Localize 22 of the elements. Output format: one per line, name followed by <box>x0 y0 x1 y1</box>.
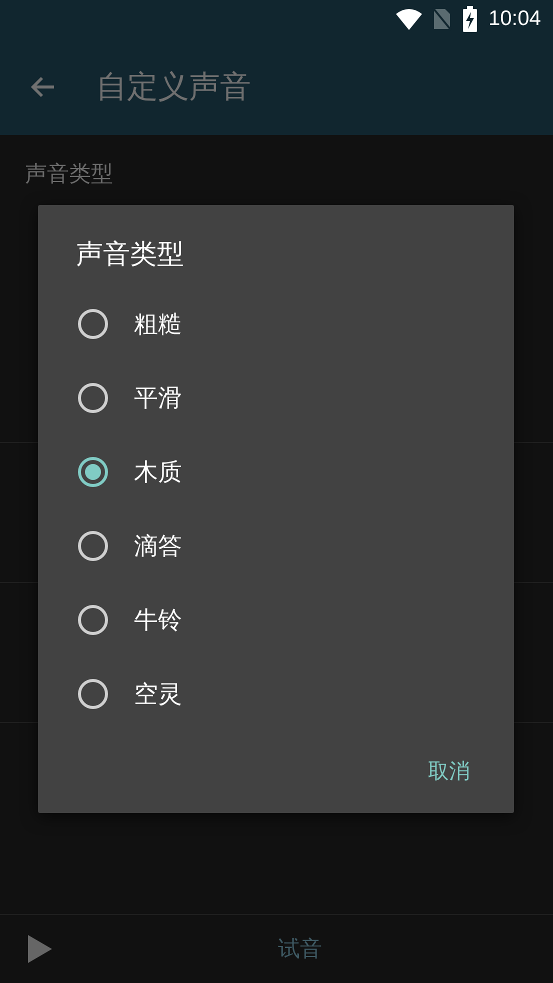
option-label[interactable]: 滴答 <box>134 530 182 562</box>
back-arrow-icon[interactable] <box>30 74 56 98</box>
option-label[interactable]: 牛铃 <box>134 604 182 636</box>
radio-button[interactable] <box>77 382 109 414</box>
clock-time: 10:04 <box>488 7 541 31</box>
no-sim-icon <box>432 7 452 31</box>
option-label[interactable]: 空灵 <box>134 678 182 710</box>
setting-title: 声音类型 <box>25 161 113 189</box>
wifi-icon <box>396 8 422 30</box>
option-label[interactable]: 粗糙 <box>134 308 182 340</box>
dialog-title: 声音类型 <box>75 238 185 272</box>
radio-button[interactable] <box>77 604 109 636</box>
option-label[interactable]: 平滑 <box>134 382 182 414</box>
radio-button[interactable] <box>77 456 109 488</box>
option-label[interactable]: 木质 <box>134 456 182 488</box>
screen-title: 自定义声音 <box>96 68 251 106</box>
radio-button[interactable] <box>77 308 109 340</box>
cancel-button[interactable]: 取消 <box>420 749 478 793</box>
radio-button[interactable] <box>77 678 109 710</box>
battery-charging-icon <box>462 6 478 32</box>
radio-button[interactable] <box>77 530 109 562</box>
play-icon[interactable] <box>28 935 52 963</box>
